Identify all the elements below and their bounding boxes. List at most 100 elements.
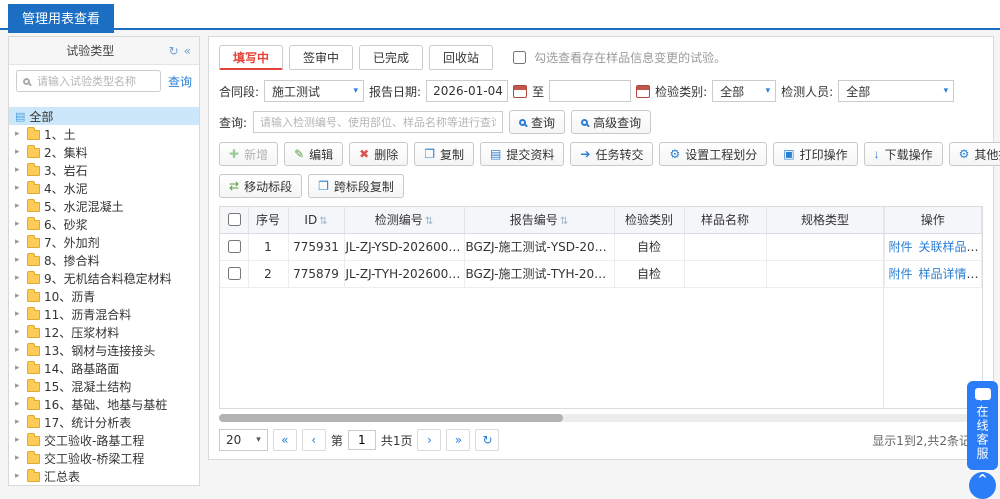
related-sample-link[interactable]: 关联样品 — [919, 240, 967, 254]
reload-button[interactable]: ↻ — [475, 429, 499, 451]
cell-category: 自检 — [614, 260, 684, 287]
tree-item-concrete[interactable]: ▸5、水泥混凝土 — [9, 197, 199, 215]
tree-item-asphalt-mix[interactable]: ▸11、沥青混合料 — [9, 305, 199, 323]
tree-item-summary[interactable]: ▸汇总表 — [9, 467, 199, 485]
chevron-down-icon: ▾ — [354, 86, 359, 96]
page-tab-management-table[interactable]: 管理用表查看 — [8, 4, 114, 33]
first-page-button[interactable]: « — [273, 429, 297, 451]
tree-item-asphalt[interactable]: ▸10、沥青 — [9, 287, 199, 305]
caret-icon: ▸ — [15, 453, 23, 463]
report-date-from-input[interactable]: 2026-01-04 — [426, 80, 508, 102]
test-type-tree: ▤ 全部 ▸1、土 ▸2、集料 ▸3、岩石 ▸ 4、水泥 ▸5、水泥混凝土 ▸6、… — [9, 107, 199, 485]
print-actions-button[interactable]: ▣ 打印操作 — [773, 142, 857, 166]
tab-filling[interactable]: 填写中 — [219, 45, 283, 70]
last-page-button[interactable]: » — [446, 429, 470, 451]
advanced-search-button[interactable]: 高级查询 — [571, 110, 651, 134]
tree-item-cement[interactable]: ▸ 4、水泥 — [9, 179, 199, 197]
attachment-link[interactable]: 附件 — [889, 267, 913, 281]
page-size-value: 20 — [226, 433, 241, 447]
caret-icon: ▸ — [15, 165, 23, 175]
caret-icon: ▸ — [15, 471, 23, 481]
project-division-button[interactable]: ⚙ 设置工程划分 — [659, 142, 767, 166]
refresh-icon[interactable]: ↻ — [169, 44, 179, 58]
sidebar-header: 试验类型 ↻ « — [9, 37, 199, 65]
tree-item-soil[interactable]: ▸1、土 — [9, 125, 199, 143]
tab-signing[interactable]: 签审中 — [289, 45, 353, 70]
folder-icon — [27, 166, 40, 176]
select-all-checkbox[interactable] — [228, 213, 241, 226]
scrollbar-thumb[interactable] — [219, 414, 563, 422]
other-actions-button[interactable]: ⚙ 其他操作 — [949, 142, 1000, 166]
tree-item-concrete-structure[interactable]: ▸15、混凝土结构 — [9, 377, 199, 395]
tree-item-steel[interactable]: ▸13、钢材与连接接头 — [9, 341, 199, 359]
tree-item-handover-roadbed[interactable]: ▸交工验收-路基工程 — [9, 431, 199, 449]
header-test-code[interactable]: 检测编号⇅ — [344, 207, 464, 233]
task-transfer-button[interactable]: ➔ 任务转交 — [570, 142, 653, 166]
page-number-input[interactable] — [348, 430, 376, 450]
prev-page-button[interactable]: ‹ — [302, 429, 326, 451]
calendar-icon[interactable] — [513, 85, 527, 98]
collapse-sidebar-icon[interactable]: « — [184, 44, 191, 58]
tree-item-aggregate[interactable]: ▸2、集料 — [9, 143, 199, 161]
submit-data-button[interactable]: ▤ 提交资料 — [480, 142, 564, 166]
sample-change-checkbox[interactable] — [513, 51, 526, 64]
add-button[interactable]: ✚ 新增 — [219, 142, 278, 166]
category-select[interactable]: 全部 ▾ — [712, 80, 776, 102]
tab-completed[interactable]: 已完成 — [359, 45, 423, 70]
toolbar-row-1: ✚ 新增 ✎ 编辑 ✖ 删除 ❐ 复制 ▤ 提交资料 ➔ 任务转交 — [219, 142, 983, 166]
contract-select[interactable]: 施工测试 ▾ — [264, 80, 364, 102]
search-icon — [581, 119, 588, 126]
person-select[interactable]: 全部 ▾ — [838, 80, 954, 102]
tree-item-roadbed[interactable]: ▸14、路基路面 — [9, 359, 199, 377]
tree-item-mortar[interactable]: ▸6、砂浆 — [9, 215, 199, 233]
copy-button[interactable]: ❐ 复制 — [414, 142, 474, 166]
edit-button[interactable]: ✎ 编辑 — [284, 142, 343, 166]
calendar-icon[interactable] — [636, 85, 650, 98]
keyword-search-input[interactable] — [253, 111, 503, 133]
tree-item-all[interactable]: ▤ 全部 — [9, 107, 199, 125]
report-date-to-input[interactable] — [549, 80, 631, 102]
tree-item-inorganic[interactable]: ▸9、无机结合料稳定材料 — [9, 269, 199, 287]
header-seq[interactable]: 序号 — [248, 207, 288, 233]
tree-item-statistics[interactable]: ▸17、统计分析表 — [9, 413, 199, 431]
move-section-button[interactable]: ⇄ 移动标段 — [219, 174, 302, 198]
page-size-select[interactable]: 20 ▾ — [219, 429, 268, 451]
tree-item-blend[interactable]: ▸8、掺合料 — [9, 251, 199, 269]
advanced-search-label: 高级查询 — [593, 114, 641, 131]
table-row[interactable]: 1 775931 JL-ZJ-YSD-202600003 BGZJ-施工测试-Y… — [220, 233, 982, 260]
tab-recycle-bin[interactable]: 回收站 — [429, 45, 493, 70]
search-button[interactable]: 查询 — [509, 110, 565, 134]
content-area: 试验类型 ↻ « 查询 ▤ 全部 ▸1、土 ▸2、集料 ▸3、岩石 ▸ 4、水泥 … — [0, 30, 1000, 484]
download-actions-button[interactable]: ↓ 下载操作 — [864, 142, 943, 166]
sample-detail-link[interactable]: 样品详情 — [919, 267, 967, 281]
attachment-link[interactable]: 附件 — [889, 240, 913, 254]
tree-item-handover-bridge[interactable]: ▸交工验收-桥梁工程 — [9, 449, 199, 467]
online-service-widget[interactable]: 在线客服 — [967, 381, 998, 470]
header-id[interactable]: ID⇅ — [288, 207, 344, 233]
test-type-search-input[interactable] — [35, 74, 154, 89]
row-checkbox[interactable] — [228, 240, 241, 253]
tree-item-label: 4、水泥 — [44, 180, 88, 197]
horizontal-scrollbar[interactable] — [219, 414, 983, 422]
tree-item-admixture[interactable]: ▸7、外加剂 — [9, 233, 199, 251]
report-date-label: 报告日期: — [369, 83, 421, 100]
sample-change-note-text: 勾选查看存在样品信息变更的试验。 — [534, 49, 726, 66]
table-row[interactable]: 2 775879 JL-ZJ-TYH-202600001 BGZJ-施工测试-T… — [220, 260, 982, 287]
tree-item-rock[interactable]: ▸3、岩石 — [9, 161, 199, 179]
row-checkbox[interactable] — [228, 267, 241, 280]
caret-icon: ▸ — [15, 255, 23, 265]
caret-icon: ▸ — [15, 183, 23, 193]
cross-section-copy-button[interactable]: ❐ 跨标段复制 — [308, 174, 404, 198]
tree-item-foundation[interactable]: ▸16、基础、地基与基桩 — [9, 395, 199, 413]
chevron-down-icon: ▾ — [944, 86, 949, 96]
project-division-label: 设置工程划分 — [685, 146, 757, 163]
caret-icon: ▸ — [15, 273, 23, 283]
sidebar-search-button[interactable]: 查询 — [168, 73, 192, 90]
date-to-label: 至 — [532, 83, 544, 100]
next-page-button[interactable]: › — [417, 429, 441, 451]
query-row: 查询: 查询 高级查询 — [219, 110, 983, 134]
delete-button[interactable]: ✖ 删除 — [349, 142, 408, 166]
tree-item-grouting[interactable]: ▸12、压浆材料 — [9, 323, 199, 341]
caret-icon: ▸ — [15, 363, 23, 373]
header-report-code[interactable]: 报告编号⇅ — [464, 207, 614, 233]
